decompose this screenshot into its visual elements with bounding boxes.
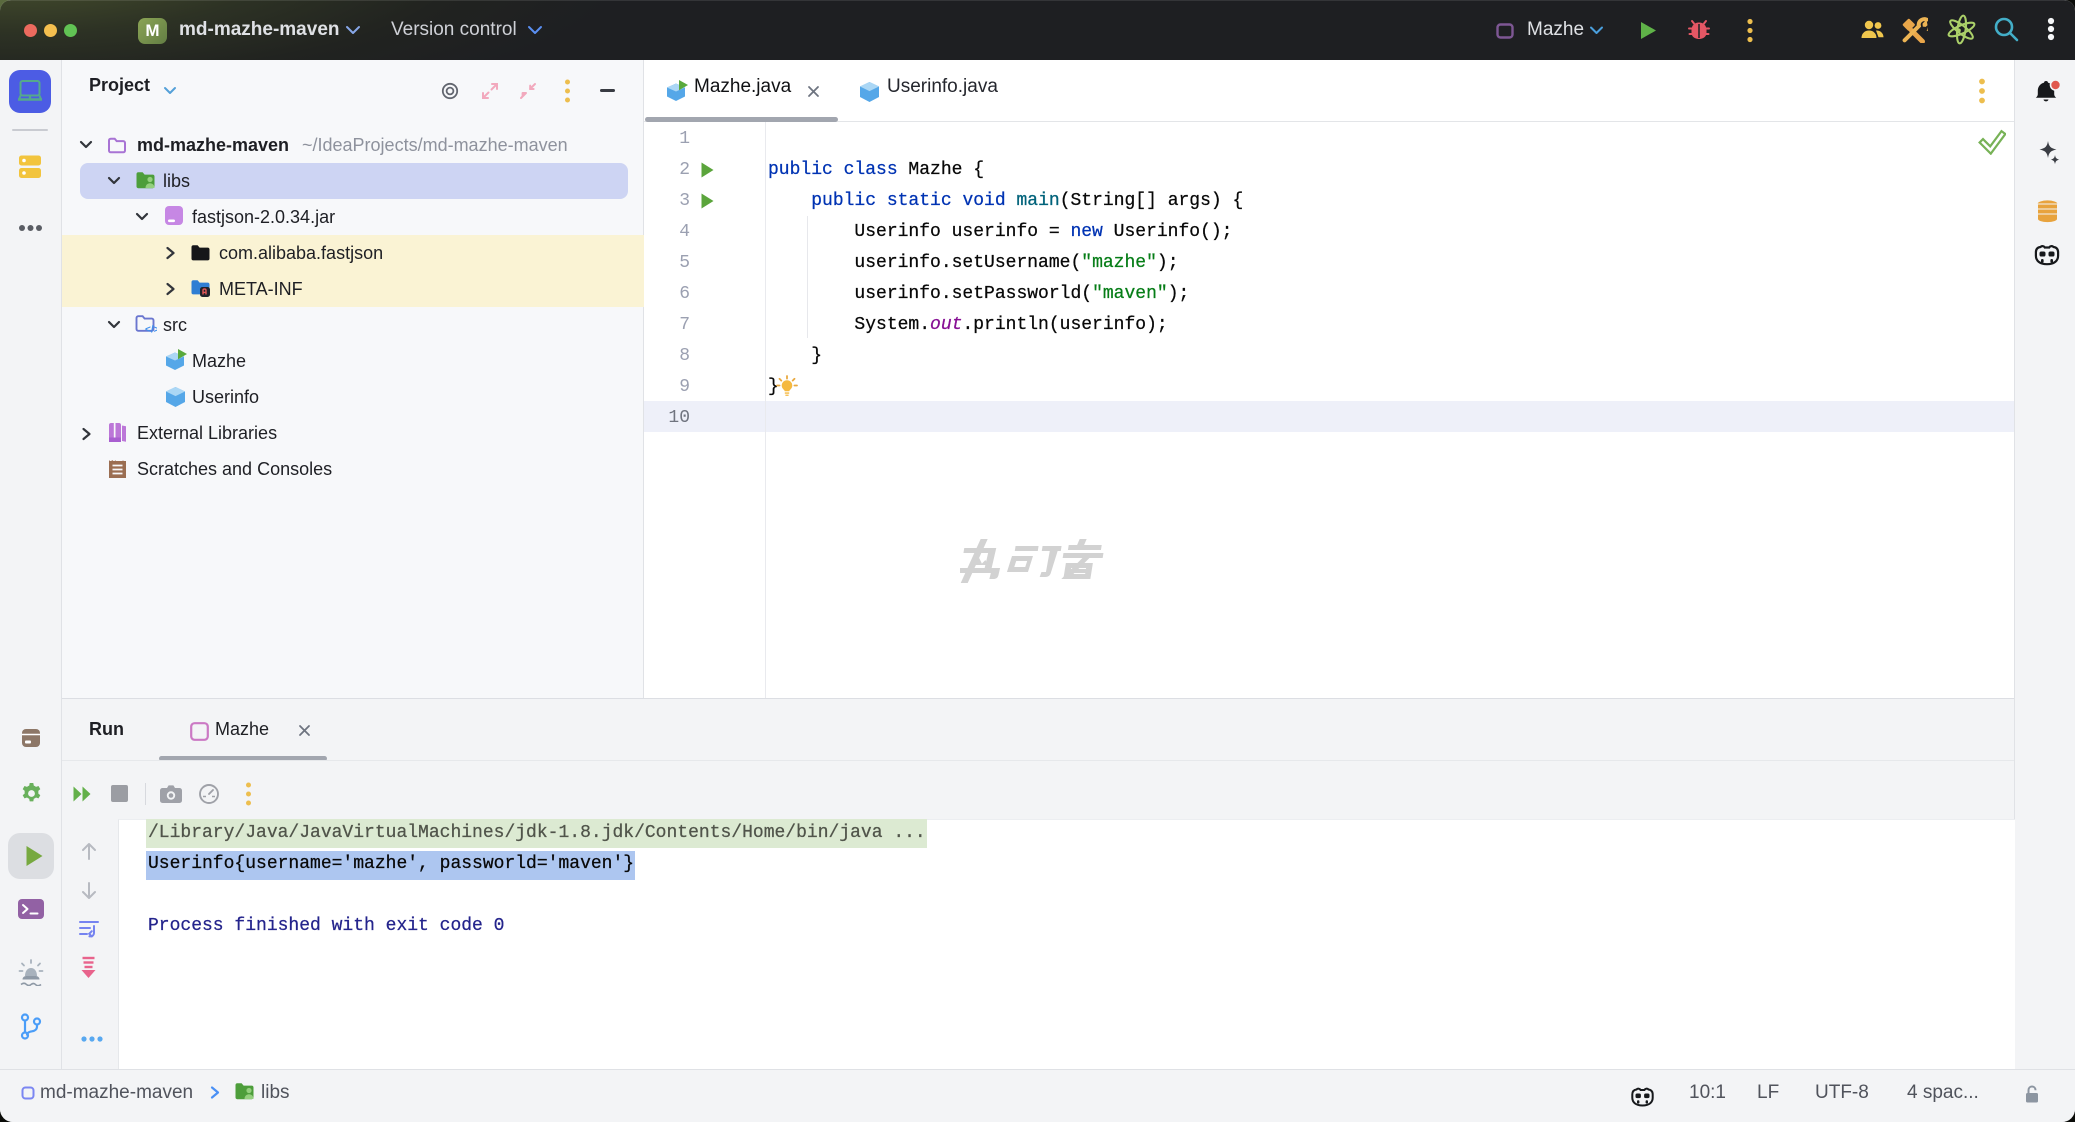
svg-text:</>: </> — [145, 325, 157, 335]
